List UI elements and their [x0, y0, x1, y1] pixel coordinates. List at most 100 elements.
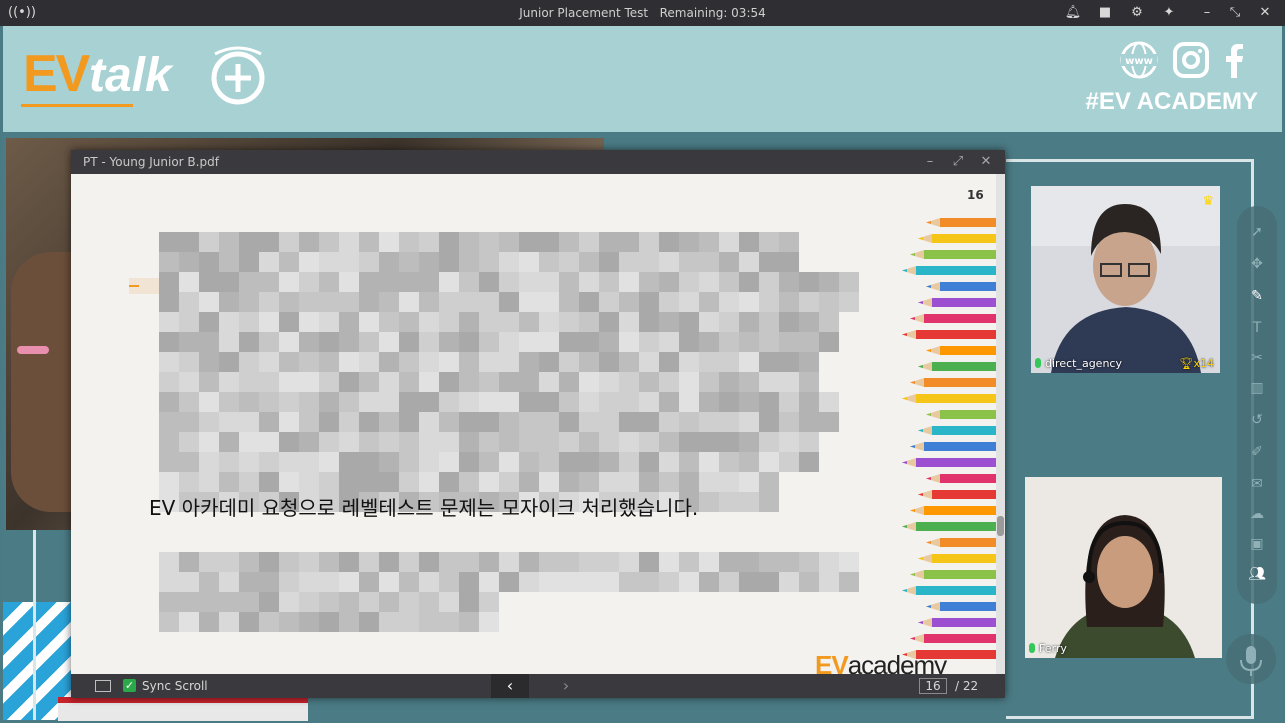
mosaic-cell	[359, 312, 379, 332]
chat-icon[interactable]: ✉	[1247, 474, 1267, 494]
mosaic-cell	[679, 572, 699, 592]
mosaic-cell	[199, 332, 219, 352]
mosaic-cell	[479, 312, 499, 332]
move-icon[interactable]: ✥	[1247, 254, 1267, 274]
trash-icon[interactable]: ▥	[1247, 378, 1267, 398]
mosaic-cell	[199, 412, 219, 432]
participant-video-direct-agency[interactable]: ♛ direct_agency 🏆︎x14	[1031, 186, 1220, 373]
pdf-minimize-icon[interactable]: –	[921, 153, 939, 171]
mosaic-cell	[279, 272, 299, 292]
mosaic-cell	[559, 432, 579, 452]
close-icon[interactable]: ✕	[1256, 4, 1274, 22]
mosaic-cell	[219, 552, 239, 572]
bell-icon[interactable]: 🔔︎	[1064, 4, 1082, 22]
mosaic-cell	[239, 612, 259, 632]
instagram-icon[interactable]	[1171, 40, 1211, 80]
mosaic-cell	[699, 552, 719, 572]
mosaic-cell	[699, 572, 719, 592]
mosaic-cell	[239, 552, 259, 572]
mosaic-cell	[379, 232, 399, 252]
participant-name: Ferry	[1029, 642, 1067, 655]
pencil	[926, 602, 996, 611]
participants-icon[interactable]: 👥︎	[1247, 564, 1267, 584]
mosaic-cell	[759, 392, 779, 412]
mosaic-cell	[179, 312, 199, 332]
mosaic-cell	[159, 432, 179, 452]
text-icon[interactable]: T	[1247, 318, 1267, 338]
mosaic-cell	[259, 592, 279, 612]
mosaic-cell	[159, 332, 179, 352]
mosaic-cell	[359, 252, 379, 272]
mosaic-cell	[639, 272, 659, 292]
mosaic-cell	[539, 572, 559, 592]
website-icon[interactable]: www	[1119, 40, 1159, 80]
mosaic-cell	[699, 272, 719, 292]
mosaic-cell	[739, 332, 759, 352]
mosaic-cell	[719, 272, 739, 292]
pencil	[926, 538, 996, 547]
page-input[interactable]: 16	[919, 678, 947, 694]
mosaic-cell	[319, 472, 339, 492]
mosaic-cell	[279, 352, 299, 372]
mosaic-cell	[319, 572, 339, 592]
mosaic-cell	[519, 252, 539, 272]
mosaic-cell	[499, 232, 519, 252]
mosaic-cell	[459, 272, 479, 292]
mosaic-cell	[459, 312, 479, 332]
mosaic-cell	[599, 392, 619, 412]
mosaic-cell	[639, 352, 659, 372]
edit-icon[interactable]: ✐	[1247, 442, 1267, 462]
pdf-scrollbar[interactable]	[996, 174, 1005, 674]
mosaic-cell	[539, 292, 559, 312]
microphone-button[interactable]	[1226, 634, 1276, 684]
mosaic-cell	[179, 372, 199, 392]
mosaic-cell	[159, 352, 179, 372]
mosaic-cell	[199, 312, 219, 332]
mosaic-cell	[299, 372, 319, 392]
pdf-close-icon[interactable]: ✕	[977, 153, 995, 171]
mosaic-cell	[439, 472, 459, 492]
minimize-icon[interactable]: –	[1198, 4, 1216, 22]
mosaic-cell	[339, 612, 359, 632]
sidebar-toggle-icon[interactable]	[95, 680, 111, 692]
previous-page-button[interactable]: ‹	[491, 674, 529, 698]
mosaic-cell	[759, 472, 779, 492]
pdf-scroll-thumb[interactable]	[997, 516, 1004, 536]
facebook-icon[interactable]	[1215, 40, 1255, 80]
mosaic-cell	[339, 252, 359, 272]
pen-icon[interactable]: ✎	[1247, 286, 1267, 306]
mosaic-cell	[379, 572, 399, 592]
mosaic-cell	[679, 392, 699, 412]
mosaic-cell	[739, 272, 759, 292]
scissors-icon[interactable]: ✂	[1247, 348, 1267, 368]
mosaic-cell	[159, 572, 179, 592]
mosaic-cell	[679, 332, 699, 352]
pencil	[910, 506, 996, 515]
mosaic-cell	[639, 472, 659, 492]
mosaic-cell	[799, 552, 819, 572]
pdf-footer: ✓ Sync Scroll ‹ › 16 / 22	[71, 674, 1005, 698]
pdf-viewer: PT - Young Junior B.pdf – ⤢ ✕ 16 EV 아카데미…	[71, 150, 1005, 698]
pdf-page[interactable]: 16 EV 아카데미 요청으로 레벨테스트 문제는 모자이크 처리했습니다. E…	[71, 174, 996, 674]
participant-video-ferry[interactable]: Ferry	[1025, 477, 1222, 658]
undo-icon[interactable]: ↺	[1247, 410, 1267, 430]
mic-icon	[1035, 358, 1041, 368]
mosaic-cell	[159, 412, 179, 432]
pointer-icon[interactable]: ➚	[1247, 222, 1267, 242]
logo-underline	[21, 104, 133, 107]
mosaic-cell	[679, 552, 699, 572]
mosaic-cell	[419, 432, 439, 452]
mosaic-cell	[479, 612, 499, 632]
camera-icon[interactable]: ■	[1096, 4, 1114, 22]
next-page-button[interactable]: ›	[555, 674, 577, 698]
participant-portrait	[1031, 186, 1220, 373]
briefcase-icon[interactable]: ▣	[1247, 534, 1267, 554]
pin-icon[interactable]: ✦	[1160, 4, 1178, 22]
sync-scroll-checkbox[interactable]: ✓	[123, 679, 136, 692]
restore-icon[interactable]: ⤡	[1226, 4, 1244, 22]
cloud-icon[interactable]: ☁	[1247, 504, 1267, 524]
gear-icon[interactable]: ⚙	[1128, 4, 1146, 22]
mosaic-cell	[519, 552, 539, 572]
mosaic-cell	[659, 412, 679, 432]
pdf-maximize-icon[interactable]: ⤢	[949, 153, 967, 171]
